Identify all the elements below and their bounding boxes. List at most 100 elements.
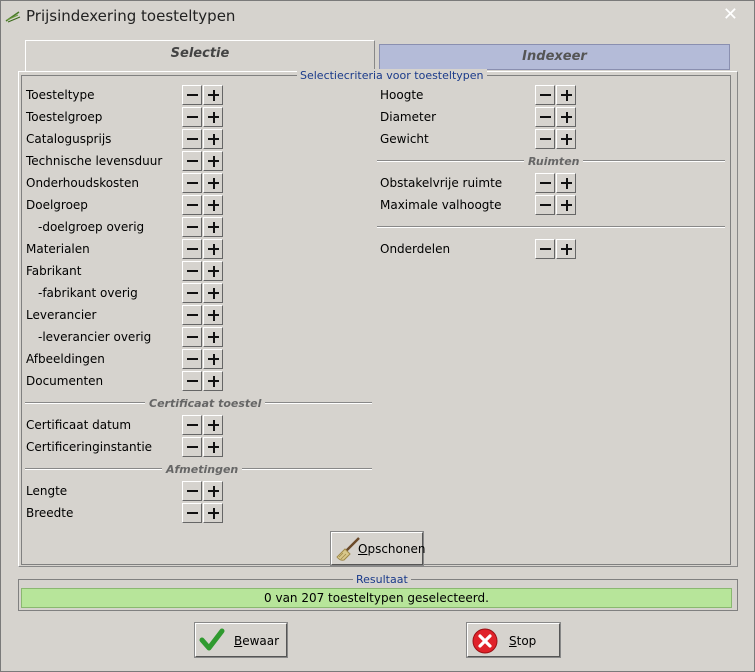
plus-button[interactable] — [203, 349, 223, 369]
plus-button[interactable] — [203, 195, 223, 215]
minus-button[interactable] — [182, 349, 202, 369]
tab-indexeer[interactable]: Indexeer — [379, 44, 730, 70]
minus-plus-controls — [182, 415, 223, 435]
stop-button[interactable]: Stop — [466, 622, 561, 658]
afmetingen-title: Afmetingen — [162, 463, 243, 476]
minus-button[interactable] — [182, 195, 202, 215]
plus-button[interactable] — [203, 481, 223, 501]
minus-button[interactable] — [182, 151, 202, 171]
minus-plus-controls — [535, 129, 576, 149]
group-title: Selectiecriteria voor toesteltypen — [297, 69, 487, 82]
plus-button[interactable] — [203, 107, 223, 127]
criteria-label: Certificeringinstantie — [26, 440, 153, 454]
selection-criteria-group — [21, 75, 731, 565]
plus-button[interactable] — [203, 217, 223, 237]
minus-button[interactable] — [182, 415, 202, 435]
minus-icon — [540, 138, 551, 140]
minus-icon — [187, 204, 198, 206]
minus-plus-controls — [182, 85, 223, 105]
plus-button[interactable] — [556, 85, 576, 105]
minus-button[interactable] — [182, 481, 202, 501]
minus-icon — [187, 270, 198, 272]
minus-icon — [540, 116, 551, 118]
plus-icon-stem — [212, 133, 215, 145]
plus-icon-stem — [565, 243, 568, 255]
plus-button[interactable] — [556, 239, 576, 259]
plus-button[interactable] — [556, 195, 576, 215]
plus-button[interactable] — [203, 305, 223, 325]
minus-button[interactable] — [535, 85, 555, 105]
criteria-label: Afbeeldingen — [26, 352, 105, 366]
criteria-label: Gewicht — [380, 132, 429, 146]
plus-button[interactable] — [203, 173, 223, 193]
minus-button[interactable] — [182, 239, 202, 259]
plus-icon-stem — [212, 331, 215, 343]
plus-button[interactable] — [203, 239, 223, 259]
plus-button[interactable] — [556, 173, 576, 193]
criteria-label: Diameter — [380, 110, 437, 124]
minus-button[interactable] — [182, 437, 202, 457]
minus-button[interactable] — [182, 305, 202, 325]
minus-plus-controls — [535, 107, 576, 127]
plus-button[interactable] — [203, 415, 223, 435]
minus-button[interactable] — [535, 173, 555, 193]
criteria-label: Lengte — [26, 484, 68, 498]
plus-button[interactable] — [203, 85, 223, 105]
criteria-label: Breedte — [26, 506, 74, 520]
onderdelen-divider — [377, 226, 725, 228]
minus-plus-controls — [182, 305, 223, 325]
minus-button[interactable] — [182, 129, 202, 149]
minus-button[interactable] — [182, 503, 202, 523]
minus-plus-controls — [182, 283, 223, 303]
plus-button[interactable] — [203, 437, 223, 457]
plus-icon-stem — [212, 309, 215, 321]
minus-icon — [187, 314, 198, 316]
minus-button[interactable] — [182, 283, 202, 303]
minus-button[interactable] — [535, 239, 555, 259]
plus-icon-stem — [212, 375, 215, 387]
plus-button[interactable] — [203, 283, 223, 303]
plus-icon-stem — [212, 353, 215, 365]
plus-button[interactable] — [556, 107, 576, 127]
minus-button[interactable] — [182, 327, 202, 347]
close-icon[interactable]: ✕ — [723, 4, 738, 25]
checkmark-icon — [199, 628, 225, 651]
plus-icon-stem — [212, 287, 215, 299]
plus-icon-stem — [212, 419, 215, 431]
plus-button[interactable] — [203, 151, 223, 171]
bewaar-button[interactable]: Bewaar — [194, 622, 288, 658]
minus-plus-controls — [182, 239, 223, 259]
criteria-label: Certificaat datum — [26, 418, 132, 432]
minus-button[interactable] — [182, 107, 202, 127]
plus-button[interactable] — [203, 503, 223, 523]
minus-plus-controls — [535, 239, 576, 259]
tab-selectie[interactable]: Selectie — [25, 40, 375, 72]
criteria-label: Toesteltype — [26, 88, 95, 102]
minus-plus-controls — [182, 261, 223, 281]
plus-icon-stem — [212, 199, 215, 211]
minus-button[interactable] — [182, 173, 202, 193]
minus-icon — [540, 94, 551, 96]
result-status: 0 van 207 toesteltypen geselecteerd. — [21, 588, 732, 608]
minus-icon — [187, 160, 198, 162]
dialog-window: Prijsindexering toesteltypen ✕ Selectie … — [0, 0, 755, 672]
minus-button[interactable] — [535, 129, 555, 149]
minus-button[interactable] — [535, 107, 555, 127]
minus-button[interactable] — [182, 217, 202, 237]
app-icon — [5, 11, 21, 23]
plus-button[interactable] — [203, 371, 223, 391]
minus-button[interactable] — [535, 195, 555, 215]
minus-plus-controls — [182, 503, 223, 523]
plus-button[interactable] — [556, 129, 576, 149]
plus-button[interactable] — [203, 261, 223, 281]
minus-button[interactable] — [182, 261, 202, 281]
criteria-label: Catalogusprijs — [26, 132, 112, 146]
opschonen-button[interactable]: Opschonen — [330, 531, 425, 566]
minus-plus-controls — [182, 349, 223, 369]
criteria-label: -leverancier overig — [38, 330, 152, 344]
plus-button[interactable] — [203, 327, 223, 347]
minus-button[interactable] — [182, 371, 202, 391]
plus-button[interactable] — [203, 129, 223, 149]
minus-button[interactable] — [182, 85, 202, 105]
plus-icon-stem — [212, 485, 215, 497]
